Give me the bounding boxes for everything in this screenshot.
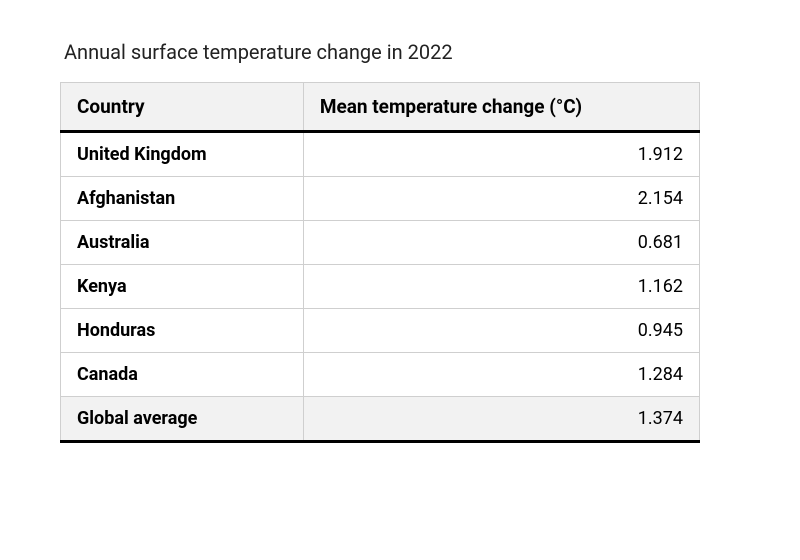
table-row: Kenya 1.162 [61,265,700,309]
table-row-summary: Global average 1.374 [61,397,700,442]
cell-country: Canada [61,353,304,397]
cell-value: 0.945 [303,309,699,353]
table-row: Honduras 0.945 [61,309,700,353]
cell-country: Kenya [61,265,304,309]
table-row: United Kingdom 1.912 [61,132,700,177]
cell-value: 1.284 [303,353,699,397]
cell-country: United Kingdom [61,132,304,177]
cell-country: Australia [61,221,304,265]
cell-country: Afghanistan [61,177,304,221]
cell-value: 1.912 [303,132,699,177]
cell-country: Honduras [61,309,304,353]
cell-value: 0.681 [303,221,699,265]
table-row: Australia 0.681 [61,221,700,265]
table-title: Annual surface temperature change in 202… [60,40,740,64]
header-value: Mean temperature change (°C) [303,83,699,132]
table-row: Afghanistan 2.154 [61,177,700,221]
cell-summary-value: 1.374 [303,397,699,442]
header-country: Country [61,83,304,132]
table-row: Canada 1.284 [61,353,700,397]
cell-summary-label: Global average [61,397,304,442]
table-header-row: Country Mean temperature change (°C) [61,83,700,132]
cell-value: 1.162 [303,265,699,309]
temperature-table: Country Mean temperature change (°C) Uni… [60,82,700,443]
cell-value: 2.154 [303,177,699,221]
